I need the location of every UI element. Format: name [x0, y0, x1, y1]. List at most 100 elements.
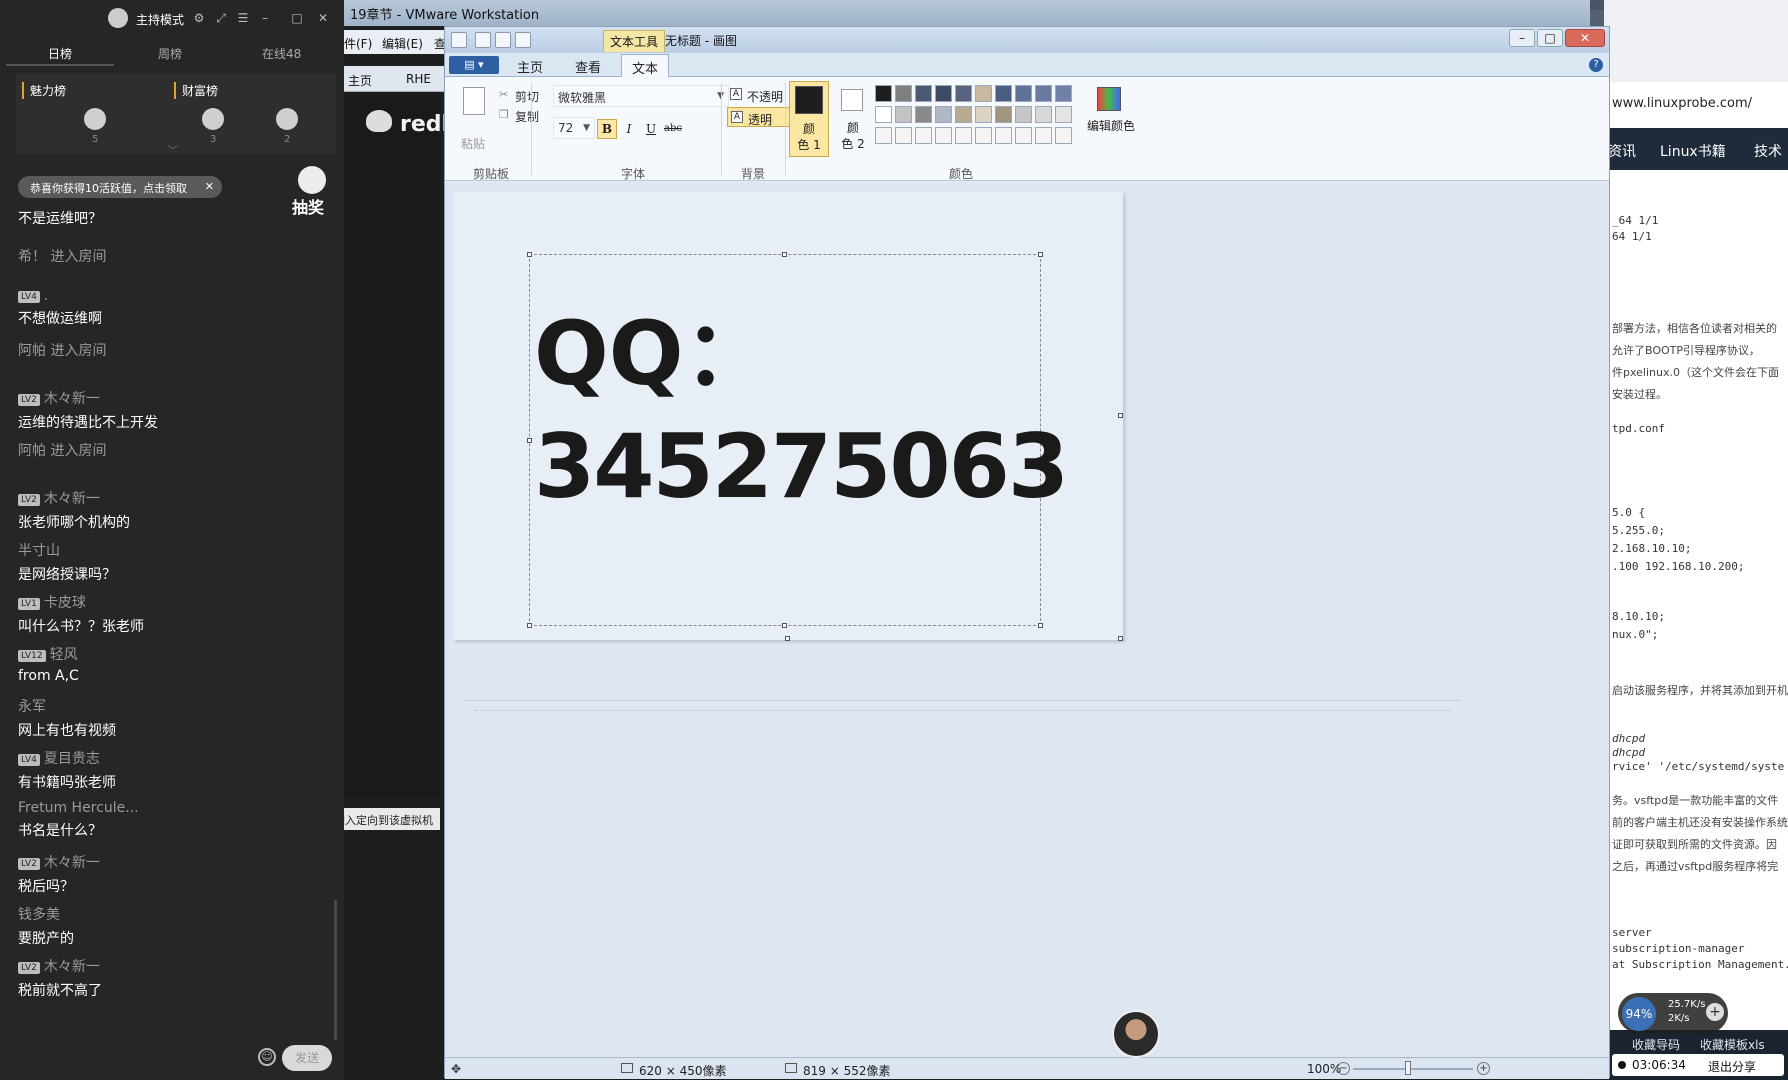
- redo-icon[interactable]: [515, 32, 531, 48]
- address-bar[interactable]: www.linuxprobe.com/: [1612, 96, 1752, 111]
- nav-item-books[interactable]: Linux书籍: [1660, 141, 1726, 161]
- avatar[interactable]: [84, 108, 106, 130]
- send-button[interactable]: 发送: [282, 1045, 332, 1071]
- tab-view[interactable]: 查看: [565, 57, 611, 76]
- avatar[interactable]: [276, 108, 298, 130]
- color2-button[interactable]: 颜 色 2: [833, 81, 873, 157]
- palette-swatch[interactable]: [975, 106, 992, 123]
- maximize-button[interactable]: □: [1537, 29, 1563, 47]
- resize-handle[interactable]: [527, 438, 532, 443]
- message-author[interactable]: 钱多美: [18, 904, 338, 924]
- opaque-button[interactable]: A 不透明: [727, 85, 791, 105]
- palette-swatch[interactable]: [915, 106, 932, 123]
- palette-swatch[interactable]: [1035, 127, 1052, 144]
- transparent-button[interactable]: A 透明: [727, 107, 791, 127]
- message-author[interactable]: 半寸山: [18, 540, 338, 560]
- tab-weekly-rank[interactable]: 周榜: [158, 45, 182, 62]
- message-author[interactable]: 永军: [18, 696, 338, 716]
- close-icon[interactable]: ✕: [205, 180, 214, 193]
- palette-swatch[interactable]: [995, 85, 1012, 102]
- palette-swatch[interactable]: [895, 106, 912, 123]
- canvas-resize-handle[interactable]: [1118, 636, 1123, 641]
- zoom-slider[interactable]: [1353, 1068, 1473, 1070]
- vmware-titlebar[interactable]: 19章节 - VMware Workstation: [330, 0, 1590, 26]
- palette-swatch[interactable]: [975, 127, 992, 144]
- palette-swatch[interactable]: [895, 85, 912, 102]
- maximize-icon[interactable]: □: [290, 11, 304, 25]
- tab-online[interactable]: 在线48: [262, 45, 301, 62]
- font-size-select[interactable]: 72 ▼: [553, 117, 595, 139]
- resize-handle[interactable]: [527, 252, 532, 257]
- tab-daily-rank[interactable]: 日榜: [48, 45, 72, 62]
- drawing-canvas[interactable]: QQ： 345275063: [453, 192, 1123, 641]
- resize-handle[interactable]: [527, 623, 532, 628]
- underline-button[interactable]: U: [641, 119, 661, 139]
- palette-swatch[interactable]: [1015, 106, 1032, 123]
- palette-swatch[interactable]: [955, 85, 972, 102]
- strikethrough-button[interactable]: abc: [663, 119, 683, 139]
- cut-button[interactable]: ✂ 剪切: [499, 87, 559, 105]
- paint-app-icon[interactable]: [451, 32, 467, 48]
- palette-swatch[interactable]: [875, 127, 892, 144]
- settings-icon[interactable]: ⚙: [192, 11, 206, 25]
- palette-swatch[interactable]: [935, 85, 952, 102]
- palette-swatch[interactable]: [1055, 106, 1072, 123]
- canvas-resize-handle[interactable]: [1118, 413, 1123, 418]
- emoji-icon[interactable]: ☺: [258, 1048, 276, 1066]
- chat-scrollbar[interactable]: [334, 900, 337, 1040]
- palette-swatch[interactable]: [955, 127, 972, 144]
- palette-swatch[interactable]: [1055, 127, 1072, 144]
- close-icon[interactable]: ✕: [316, 11, 330, 25]
- palette-swatch[interactable]: [1015, 127, 1032, 144]
- exit-share-button[interactable]: 退出分享: [1708, 1058, 1756, 1075]
- paste-button[interactable]: 粘贴: [453, 83, 495, 153]
- zoom-slider-thumb[interactable]: [1405, 1061, 1411, 1075]
- resize-handle[interactable]: [1038, 623, 1043, 628]
- avatar[interactable]: [202, 108, 224, 130]
- palette-swatch[interactable]: [915, 85, 932, 102]
- message-author[interactable]: LV1 卡皮球: [18, 592, 338, 612]
- palette-swatch[interactable]: [875, 106, 892, 123]
- plus-icon[interactable]: +: [1706, 1003, 1724, 1021]
- palette-swatch[interactable]: [955, 106, 972, 123]
- canvas-resize-handle[interactable]: [785, 636, 790, 641]
- undo-icon[interactable]: [495, 32, 511, 48]
- palette-swatch[interactable]: [1035, 85, 1052, 102]
- message-author[interactable]: LV2 木々新一: [18, 488, 338, 508]
- palette-swatch[interactable]: [1015, 85, 1032, 102]
- bottom-link-2[interactable]: 收藏模板xls: [1700, 1036, 1765, 1053]
- chevron-down-icon[interactable]: ﹀: [168, 142, 178, 157]
- palette-swatch[interactable]: [995, 106, 1012, 123]
- message-author[interactable]: LV12 轻风: [18, 644, 338, 664]
- palette-swatch[interactable]: [975, 85, 992, 102]
- text-box[interactable]: QQ： 345275063: [527, 252, 1069, 628]
- zoom-in-button[interactable]: +: [1477, 1062, 1490, 1075]
- resize-handle[interactable]: [782, 623, 787, 628]
- palette-swatch[interactable]: [935, 106, 952, 123]
- minimize-icon[interactable]: –: [258, 11, 272, 25]
- zoom-out-button[interactable]: −: [1337, 1062, 1350, 1075]
- network-speed-widget[interactable]: 94% 25.7K/s 2K/s +: [1618, 993, 1728, 1033]
- message-author[interactable]: LV2 木々新一: [18, 388, 338, 408]
- paint-titlebar[interactable]: 文本工具 无标题 - 画图 – □ ✕: [445, 27, 1609, 53]
- lottery-button[interactable]: 抽奖: [288, 166, 336, 218]
- message-author[interactable]: Fretum Hercule...: [18, 800, 338, 816]
- save-icon[interactable]: [475, 32, 491, 48]
- palette-swatch[interactable]: [895, 127, 912, 144]
- italic-button[interactable]: I: [619, 119, 639, 139]
- nav-item-news[interactable]: 资讯: [1608, 141, 1636, 161]
- popout-icon[interactable]: ⤢: [214, 11, 228, 25]
- message-author[interactable]: LV4 夏目贵志: [18, 748, 338, 768]
- menu-icon[interactable]: ☰: [236, 11, 250, 25]
- palette-swatch[interactable]: [935, 127, 952, 144]
- palette-swatch[interactable]: [1055, 85, 1072, 102]
- bottom-link-1[interactable]: 收藏导码: [1632, 1036, 1680, 1053]
- message-author[interactable]: LV2 木々新一: [18, 956, 338, 976]
- palette-swatch[interactable]: [995, 127, 1012, 144]
- palette-swatch[interactable]: [875, 85, 892, 102]
- message-author[interactable]: LV2 木々新一: [18, 852, 338, 872]
- resize-handle[interactable]: [1038, 252, 1043, 257]
- close-button[interactable]: ✕: [1565, 29, 1605, 47]
- bold-button[interactable]: B: [597, 119, 617, 139]
- tab-home[interactable]: 主页: [507, 57, 553, 76]
